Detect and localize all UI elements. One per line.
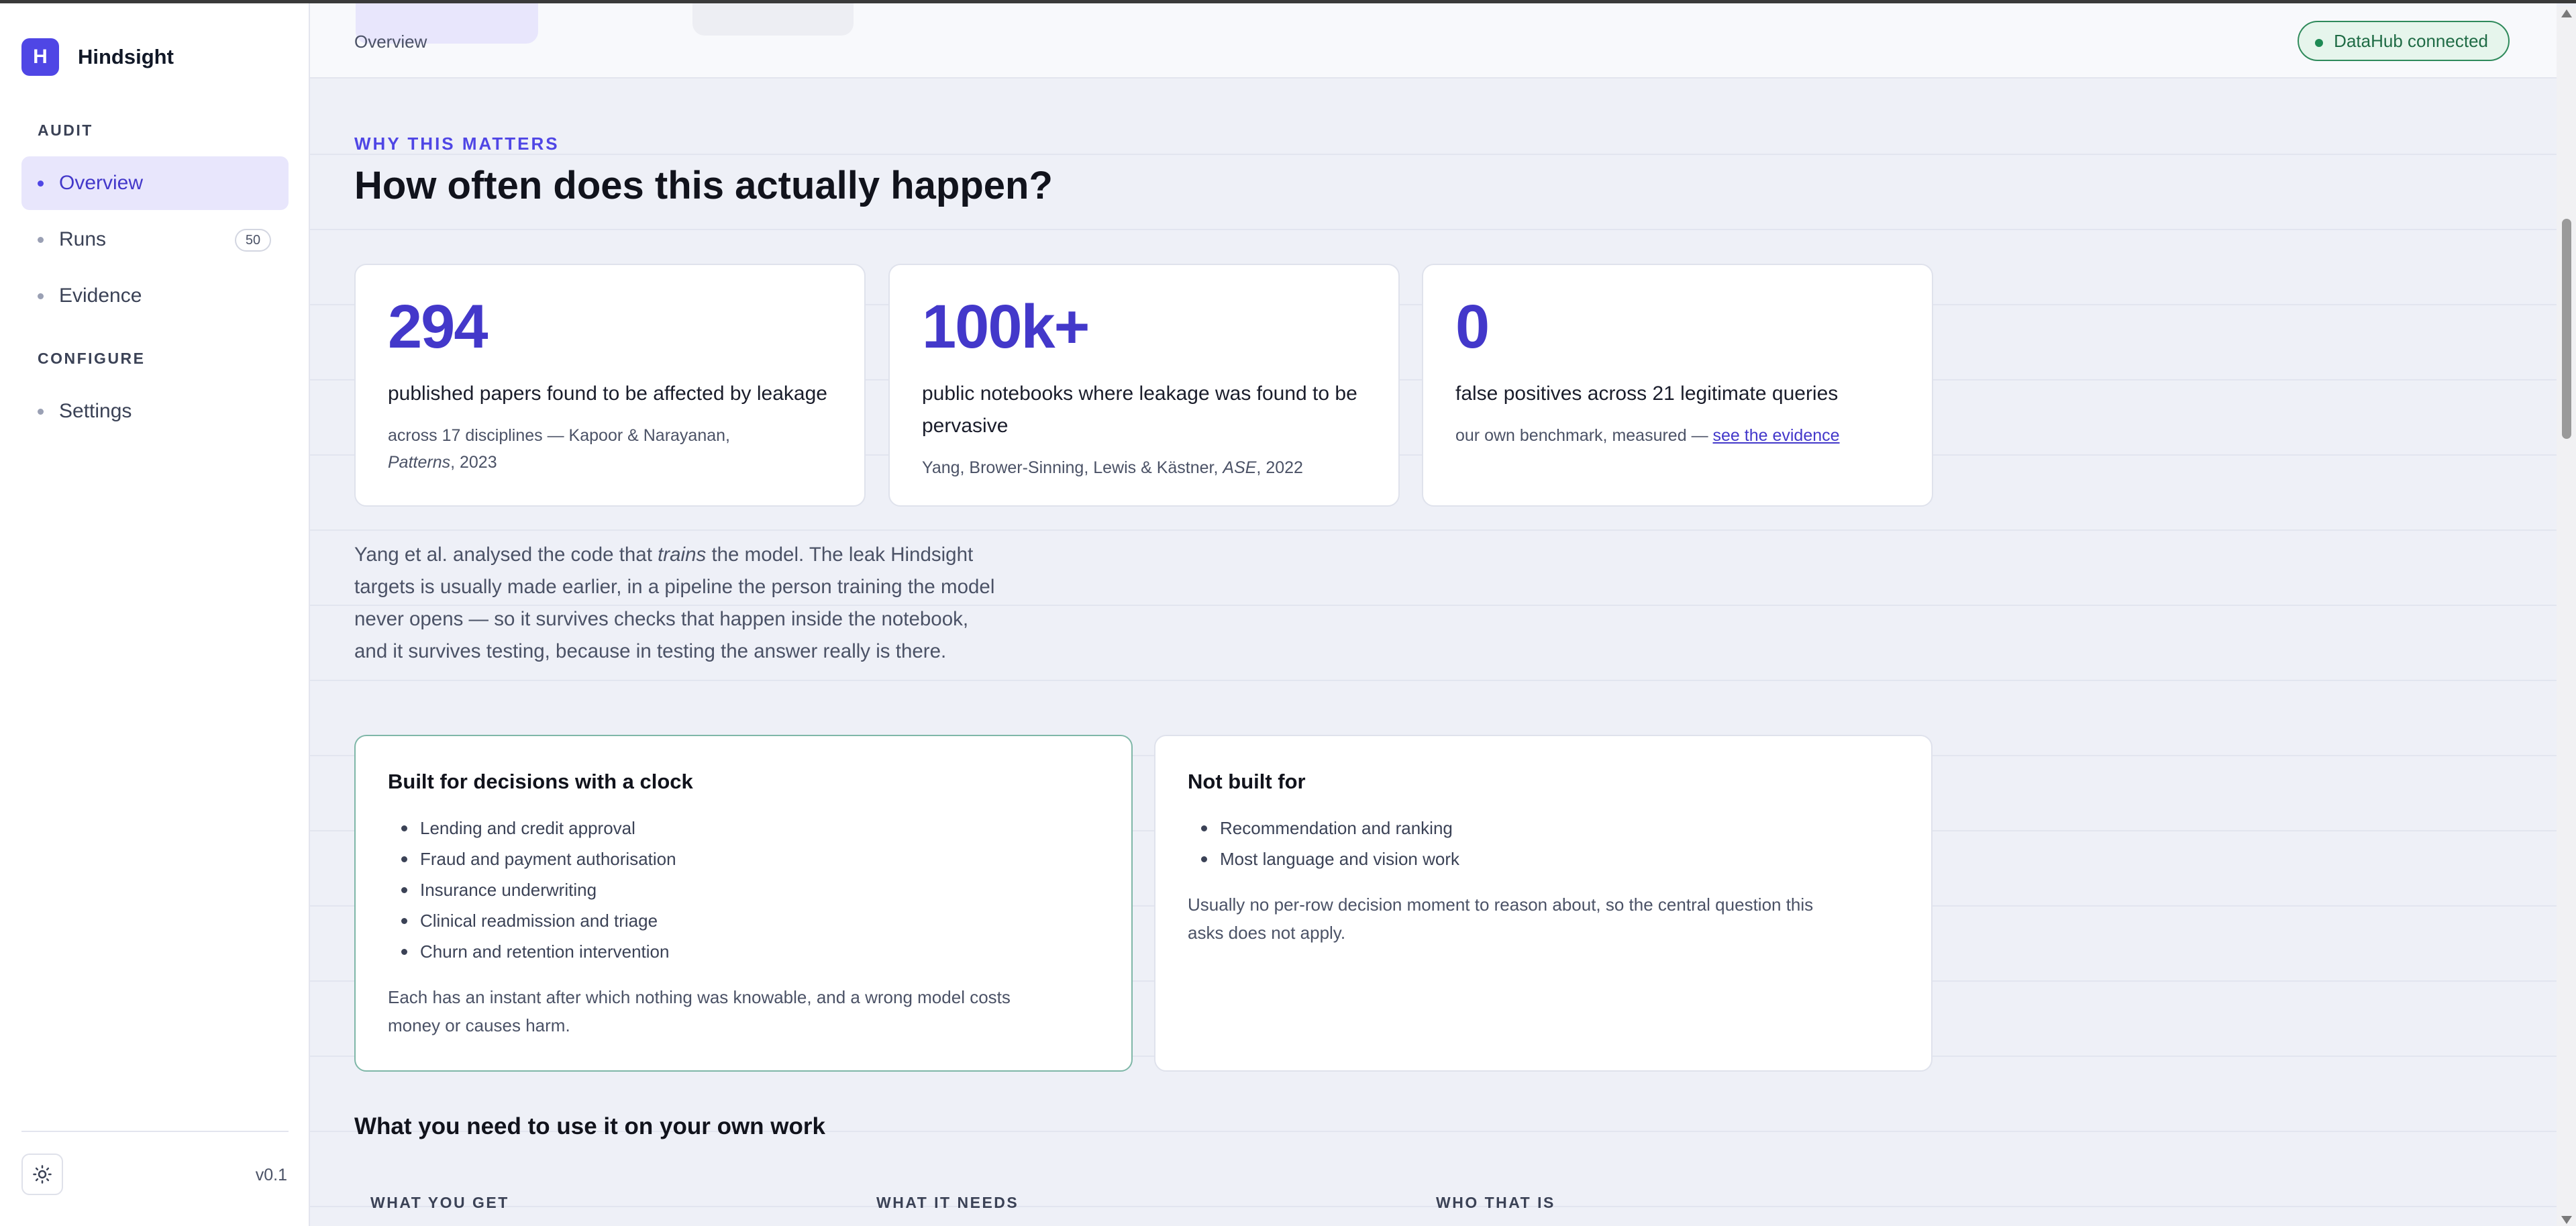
page-title: How often does this actually happen?	[354, 164, 1053, 207]
top-bar: Overview DataHub connected	[310, 3, 2557, 79]
brand-name: Hindsight	[78, 45, 174, 68]
connection-status-badge[interactable]: DataHub connected	[2298, 21, 2510, 61]
built-for-list: Lending and credit approval Fraud and pa…	[388, 813, 1099, 967]
sidebar-item-runs[interactable]: Runs 50	[21, 213, 289, 266]
header-tab-ghost	[692, 3, 854, 36]
stat-card-notebooks: 100k+ public notebooks where leakage was…	[888, 264, 1400, 507]
section-heading-requirements: What you need to use it on your own work	[354, 1113, 825, 1139]
app-version: v0.1	[255, 1166, 287, 1184]
stat-description: public notebooks where leakage was found…	[922, 382, 1357, 437]
explanation-paragraph: Yang et al. analysed the code that train…	[354, 539, 1005, 668]
sidebar: H Hindsight AUDIT Overview Runs 50 Evide…	[0, 3, 310, 1226]
nav-dot-icon	[38, 181, 44, 187]
sidebar-item-label: Overview	[59, 172, 144, 194]
nav-dot-icon	[38, 237, 44, 243]
stat-source-text: Yang, Brower-Sinning, Lewis & Kästner,	[922, 458, 1223, 477]
scroll-down-arrow-icon[interactable]	[2561, 1216, 2572, 1224]
list-item: Lending and credit approval	[388, 813, 1099, 844]
brand[interactable]: H Hindsight	[21, 38, 174, 76]
nav-section-audit: AUDIT	[38, 121, 93, 139]
sidebar-divider	[21, 1131, 289, 1132]
brand-logo: H	[21, 38, 59, 76]
stat-description: published papers found to be affected by…	[388, 382, 827, 405]
stat-source: across 17 disciplines — Kapoor & Narayan…	[388, 422, 832, 476]
nav-section-configure: CONFIGURE	[38, 350, 146, 367]
nav-dot-icon	[38, 293, 44, 299]
nav-dot-icon	[38, 409, 44, 415]
stat-source-text: across 17 disciplines — Kapoor & Narayan…	[388, 426, 730, 445]
built-for-note: Each has an instant after which nothing …	[388, 987, 1011, 1035]
connection-status-label: DataHub connected	[2334, 30, 2488, 51]
stat-description: false positives across 21 legitimate que…	[1455, 382, 1839, 405]
column-header-who-that-is: WHO THAT IS	[1436, 1194, 1555, 1211]
stat-source: Yang, Brower-Sinning, Lewis & Kästner, A…	[922, 454, 1366, 481]
not-built-for-list: Recommendation and ranking Most language…	[1188, 813, 1899, 874]
scrollbar-thumb[interactable]	[2562, 219, 2571, 439]
list-item: Insurance underwriting	[388, 874, 1099, 905]
theme-toggle-button[interactable]	[21, 1154, 63, 1195]
sidebar-item-label: Settings	[59, 400, 132, 422]
list-item: Clinical readmission and triage	[388, 905, 1099, 936]
column-header-what-it-needs: WHAT IT NEEDS	[876, 1194, 1019, 1211]
sidebar-item-label: Runs	[59, 228, 107, 250]
status-dot-icon	[2315, 39, 2324, 47]
stat-source: our own benchmark, measured — see the ev…	[1455, 422, 1900, 449]
not-built-for-card: Not built for Recommendation and ranking…	[1154, 735, 1933, 1072]
stat-source-text: our own benchmark, measured —	[1455, 426, 1713, 445]
see-evidence-link[interactable]: see the evidence	[1713, 426, 1840, 445]
list-item: Recommendation and ranking	[1188, 813, 1899, 844]
stat-source-journal: Patterns	[388, 453, 451, 472]
app-window: H Hindsight AUDIT Overview Runs 50 Evide…	[0, 0, 2576, 1226]
stat-number: 100k+	[922, 293, 1090, 361]
built-for-card: Built for decisions with a clock Lending…	[354, 735, 1133, 1072]
sun-icon	[33, 1165, 52, 1184]
not-built-for-note: Usually no per-row decision moment to re…	[1188, 895, 1814, 943]
sidebar-item-label: Evidence	[59, 285, 142, 307]
stat-number: 0	[1455, 293, 1490, 361]
section-eyebrow: WHY THIS MATTERS	[354, 134, 560, 154]
vertical-scrollbar[interactable]	[2557, 7, 2576, 1226]
stat-card-papers: 294 published papers found to be affecte…	[354, 264, 866, 507]
list-item: Churn and retention intervention	[388, 936, 1099, 967]
not-built-for-title: Not built for	[1188, 770, 1306, 793]
stat-source-year: , 2023	[450, 453, 497, 472]
list-item: Fraud and payment authorisation	[388, 844, 1099, 874]
prose-emphasis: trains	[658, 544, 707, 566]
scroll-up-arrow-icon[interactable]	[2561, 9, 2572, 17]
column-header-what-you-get: WHAT YOU GET	[370, 1194, 509, 1211]
stat-number: 294	[388, 293, 488, 361]
sidebar-item-evidence[interactable]: Evidence	[21, 269, 289, 323]
built-for-title: Built for decisions with a clock	[388, 770, 693, 793]
main-content: WHY THIS MATTERS How often does this act…	[310, 80, 2557, 1226]
runs-count-badge: 50	[235, 229, 271, 252]
sidebar-item-overview[interactable]: Overview	[21, 156, 289, 210]
breadcrumb[interactable]: Overview	[354, 32, 427, 52]
sidebar-item-settings[interactable]: Settings	[21, 385, 289, 438]
stat-card-false-positives: 0 false positives across 21 legitimate q…	[1422, 264, 1933, 507]
list-item: Most language and vision work	[1188, 844, 1899, 874]
prose-text: Yang et al. analysed the code that	[354, 544, 658, 566]
stat-source-journal: ASE	[1223, 458, 1257, 477]
stat-source-year: , 2022	[1256, 458, 1303, 477]
